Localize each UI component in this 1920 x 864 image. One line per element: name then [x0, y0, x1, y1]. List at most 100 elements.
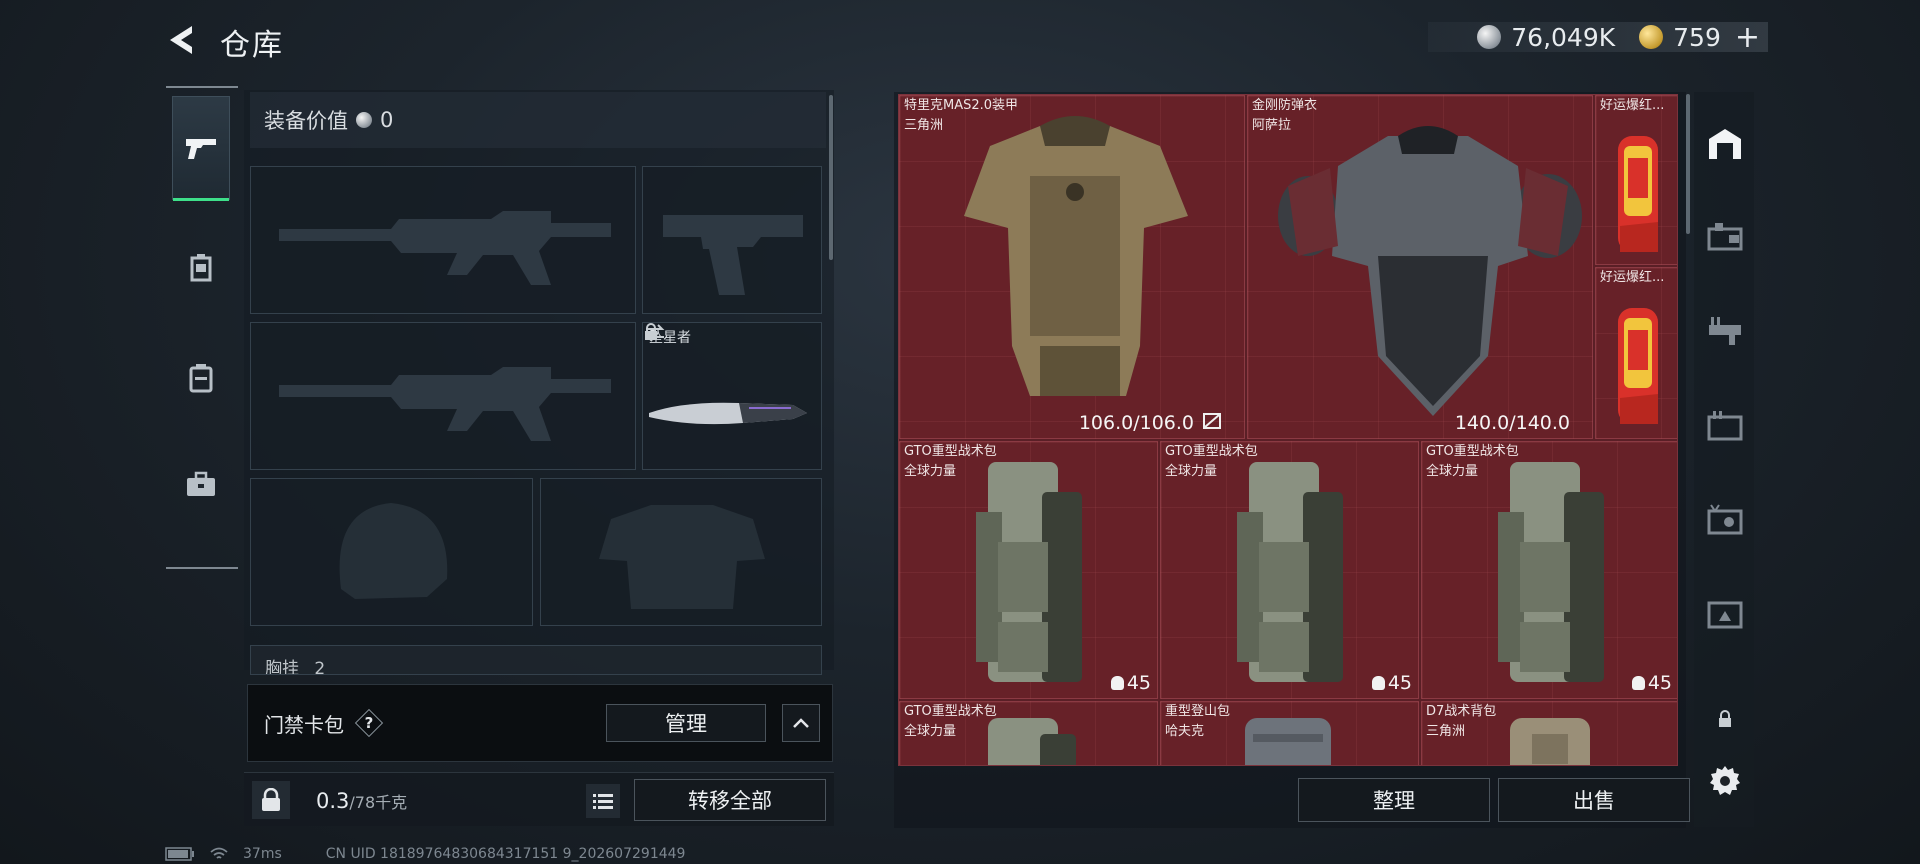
storage-tab-icon — [1707, 411, 1743, 441]
storage-item[interactable]: 重型登山包 哈夫克 — [1160, 701, 1419, 765]
item-origin: 哈夫克 — [1165, 724, 1205, 739]
storage-item[interactable]: D7战术背包 三角洲 — [1421, 701, 1677, 765]
manage-button[interactable]: 管理 — [606, 704, 766, 742]
armor-silhouette-icon — [599, 505, 765, 609]
lock-toggle[interactable] — [1700, 694, 1750, 744]
mountain-backpack-image — [1245, 718, 1331, 765]
tactical-backpack-image — [1510, 718, 1590, 765]
equipment-value-header: 装备价值 0 — [250, 92, 826, 148]
page-title: 仓库 — [220, 28, 284, 63]
item-origin: 全球力量 — [904, 724, 957, 739]
capacity-value: 45 — [1647, 672, 1672, 694]
backpack-image — [1498, 462, 1604, 682]
item-name: 好运爆红... — [1600, 270, 1665, 285]
uid-text: CN UID 18189764830684317151 9_2026072914… — [325, 846, 686, 862]
item-capacity: 45 — [1371, 672, 1412, 694]
silver-coin-icon — [356, 112, 372, 128]
chest-rig-label: 胸挂 — [265, 659, 299, 675]
storage-item[interactable]: 好运爆红... — [1595, 95, 1677, 265]
storage-item[interactable]: GTO重型战术包 全球力量 — [899, 701, 1158, 765]
padlock-icon — [262, 788, 280, 811]
storage-item[interactable]: 好运爆红... — [1595, 267, 1677, 439]
primary-weapon-slot[interactable] — [250, 166, 636, 314]
category-gear[interactable] — [172, 216, 230, 320]
gold-coin-icon — [1639, 25, 1664, 49]
list-icon — [593, 794, 613, 809]
carry-weight-max: /78千克 — [349, 793, 408, 812]
list-view-button[interactable] — [586, 784, 620, 818]
item-durability: 106.0/106.0 — [1078, 412, 1194, 434]
helmet-silhouette-icon — [339, 503, 448, 599]
item-name: D7战术背包 — [1426, 704, 1497, 719]
storage-item[interactable]: GTO重型战术包 全球力量 45 — [899, 441, 1158, 699]
helmet-gear-icon — [190, 254, 212, 282]
item-capacity: 45 — [1110, 672, 1151, 694]
capacity-value: 45 — [1387, 672, 1412, 694]
transfer-all-button[interactable]: 转移全部 — [634, 779, 826, 821]
equipment-value-label: 装备价值 — [264, 109, 348, 133]
gear-icon — [1710, 766, 1740, 795]
equipment-scrollbar[interactable] — [829, 95, 833, 260]
collapse-button[interactable] — [782, 704, 820, 742]
category-backpack[interactable] — [172, 326, 230, 430]
tab-storage-4[interactable] — [1700, 400, 1750, 450]
tab-storage-2[interactable] — [1700, 212, 1750, 262]
sell-button[interactable]: 出售 — [1498, 778, 1690, 822]
storage-tabs-rail — [1694, 92, 1754, 827]
battery-icon — [165, 847, 194, 861]
keycard-pack-title: 门禁卡包 — [264, 712, 344, 737]
melee-slot[interactable]: 坠星者 — [642, 322, 822, 470]
heavy-armor-image — [1278, 126, 1582, 416]
chest-rig-row[interactable]: 胸挂 2 — [250, 645, 822, 675]
tab-storage-6[interactable] — [1700, 588, 1750, 638]
carry-weight-value: 0.3 — [316, 789, 350, 813]
wifi-icon — [210, 847, 228, 859]
silver-currency-value: 76,049K — [1511, 22, 1616, 52]
storage-scrollbar[interactable] — [1686, 94, 1690, 234]
capacity-icon — [1631, 676, 1645, 690]
rifle-silhouette-icon — [279, 211, 611, 285]
tab-all-storage[interactable] — [1700, 118, 1750, 168]
lock-icon — [645, 323, 657, 340]
capacity-icon — [1110, 676, 1124, 690]
category-weapons[interactable] — [172, 96, 230, 201]
body-armor-image — [964, 116, 1188, 396]
sort-button[interactable]: 整理 — [1298, 778, 1490, 822]
storage-item[interactable]: 金刚防弹衣 阿萨拉 140.0/140.0 — [1247, 95, 1593, 439]
firecracker-image — [1618, 136, 1658, 252]
storage-item[interactable]: 特里克MAS2.0装甲 三角洲 106.0/106.0 — [899, 95, 1245, 439]
lock-button[interactable] — [252, 781, 290, 819]
gold-currency-value: 759 — [1673, 22, 1721, 52]
warehouse-icon — [1709, 129, 1741, 159]
item-origin: 全球力量 — [1426, 464, 1479, 479]
add-currency-button[interactable]: + — [1735, 20, 1760, 55]
storage-item[interactable]: GTO重型战术包 全球力量 45 — [1160, 441, 1419, 699]
helmet-slot[interactable] — [250, 478, 533, 626]
rail-divider-bottom — [166, 567, 238, 569]
storage-grid: 特里克MAS2.0装甲 三角洲 106.0/106.0 金刚防弹衣 阿萨拉 14… — [898, 94, 1678, 766]
secondary-weapon-slot[interactable] — [250, 322, 636, 470]
inventory-bottom-bar: 0.3/78千克 转移全部 — [244, 772, 834, 826]
pistol-silhouette-icon — [663, 215, 803, 295]
knife-icon — [649, 402, 807, 425]
backpack-image — [976, 462, 1082, 682]
item-origin: 全球力量 — [904, 464, 957, 479]
tab-storage-5[interactable] — [1700, 494, 1750, 544]
storage-tab-icon — [1707, 223, 1743, 251]
carry-weight: 0.3/78千克 — [316, 789, 407, 813]
rifle-silhouette-icon — [279, 367, 611, 441]
pistol-slot[interactable] — [642, 166, 822, 314]
help-icon[interactable]: ? — [356, 710, 382, 736]
settings-button[interactable] — [1700, 756, 1750, 806]
storage-item[interactable]: GTO重型战术包 全球力量 45 — [1421, 441, 1677, 699]
chevron-up-icon — [793, 718, 809, 728]
no-repair-icon — [1203, 413, 1221, 429]
item-origin: 全球力量 — [1165, 464, 1218, 479]
back-button[interactable] — [162, 20, 202, 60]
tab-storage-3[interactable] — [1700, 306, 1750, 356]
backpack-image — [988, 718, 1076, 765]
firecracker-image — [1618, 308, 1658, 424]
category-case[interactable] — [172, 432, 230, 536]
armor-slot[interactable] — [540, 478, 822, 626]
briefcase-icon — [187, 471, 215, 496]
